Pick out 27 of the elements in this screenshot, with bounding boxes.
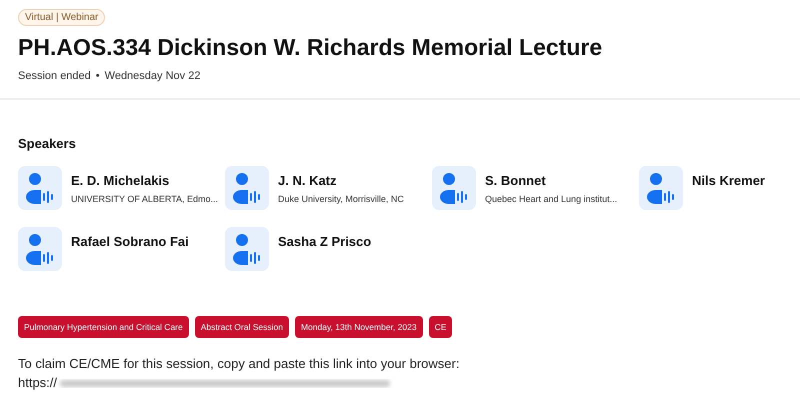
speaker-avatar-icon: [18, 227, 62, 271]
speaker-avatar-icon: [432, 166, 476, 210]
speaker-avatar-icon: [18, 166, 62, 210]
format-badge: Virtual | Webinar: [18, 9, 106, 26]
speaker-name: E. D. Michelakis: [71, 173, 170, 188]
session-date: Wednesday Nov 22: [104, 70, 200, 82]
claim-instructions: To claim CE/CME for this session, copy and paste this link into your browser:: [18, 356, 460, 371]
speaker-affiliation: Quebec Heart and Lung institut...: [485, 194, 618, 204]
session-tag: Pulmonary Hypertension and Critical Care: [18, 316, 189, 338]
speaker-avatar-icon: [225, 166, 269, 210]
speaker-name: Nils Kremer: [692, 173, 765, 188]
speaker-affiliation: Duke University, Morrisville, NC: [278, 194, 404, 204]
separator-dot: •: [96, 70, 100, 82]
speaker-affiliation: UNIVERSITY OF ALBERTA, Edmo...: [71, 194, 218, 204]
session-status: Session ended: [18, 70, 91, 82]
speaker-name: J. N. Katz: [278, 173, 338, 188]
speakers-heading: Speakers: [18, 136, 77, 151]
speaker-name: S. Bonnet: [485, 173, 547, 188]
speaker-avatar-icon: [639, 166, 683, 210]
session-tag: Monday, 13th November, 2023: [294, 316, 423, 338]
session-tag: CE: [428, 316, 452, 338]
speaker-name: Rafael Sobrano Fai: [71, 234, 189, 249]
session-title: PH.AOS.334 Dickinson W. Richards Memorial Lecture: [18, 34, 602, 61]
link-prefix: https://: [18, 375, 58, 390]
speaker-name: Sasha Z Prisco: [278, 234, 372, 249]
speaker-avatar-icon: [225, 227, 269, 271]
session-tag: Abstract Oral Session: [194, 316, 289, 338]
